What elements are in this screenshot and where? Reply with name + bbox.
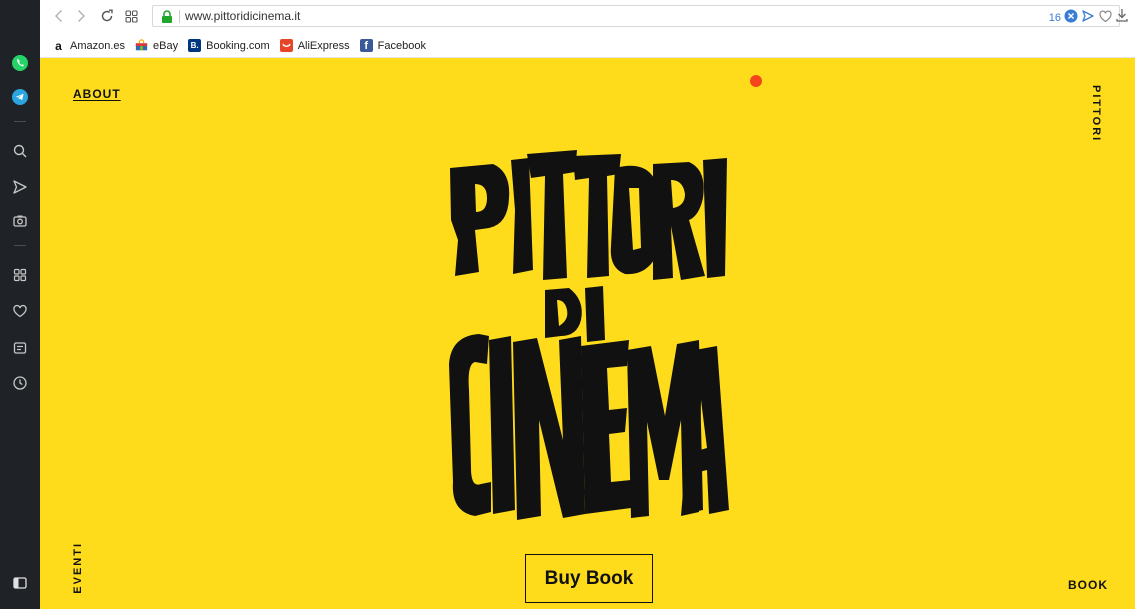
booking-icon: B. [188, 39, 202, 52]
nav-book[interactable]: BOOK [1068, 578, 1108, 592]
url-text[interactable]: www.pittoridicinema.it [185, 9, 300, 23]
news-icon[interactable] [9, 337, 31, 359]
aliexpress-icon [279, 39, 293, 52]
camera-icon[interactable] [9, 210, 31, 232]
facebook-icon: f [359, 39, 373, 52]
bookmarks-bar: a Amazon.es eBay B. Booking.com AliExpre… [40, 34, 1135, 58]
page-content: ABOUT PITTORI EVENTI BOOK Buy Book [40, 58, 1135, 609]
speed-dial-icon[interactable] [9, 264, 31, 286]
forward-icon[interactable] [72, 7, 90, 25]
send-icon[interactable] [9, 176, 31, 198]
pittori-di-cinema-logo [449, 150, 729, 520]
nav-eventi[interactable]: EVENTI [72, 542, 84, 594]
search-icon[interactable] [9, 140, 31, 162]
address-bar[interactable]: www.pittoridicinema.it 16 [152, 5, 1120, 27]
nav-about[interactable]: ABOUT [73, 87, 121, 101]
bookmark-amazon[interactable]: a Amazon.es [52, 38, 126, 53]
bookmark-facebook[interactable]: f Facebook [359, 39, 426, 52]
bookmark-label: Booking.com [206, 39, 270, 52]
sidebar-separator [14, 121, 26, 122]
sidebar-separator [14, 245, 26, 246]
bookmark-aliexpress[interactable]: AliExpress [279, 39, 350, 52]
browser-toolbar: www.pittoridicinema.it 16 [40, 0, 1135, 34]
blocker-count: 16 [1048, 11, 1061, 24]
bookmark-booking[interactable]: B. Booking.com [188, 39, 270, 52]
whatsapp-icon[interactable] [9, 52, 31, 74]
amazon-icon: a [55, 38, 62, 53]
accent-dot [750, 75, 762, 87]
bookmark-ebay[interactable]: eBay [135, 39, 178, 52]
bookmark-heart-icon[interactable] [1098, 8, 1113, 27]
reload-icon[interactable] [98, 7, 116, 25]
panel-toggle-icon[interactable] [9, 572, 31, 594]
heart-icon[interactable] [9, 300, 31, 322]
telegram-icon[interactable] [9, 86, 31, 108]
speed-dial-toolbar-icon[interactable] [122, 7, 140, 25]
address-bar-actions: 16 [1049, 8, 1113, 27]
ad-blocker-icon[interactable] [1064, 8, 1078, 27]
buy-book-button[interactable]: Buy Book [525, 554, 653, 603]
bookmark-label: eBay [153, 39, 179, 52]
ebay-icon [135, 39, 148, 52]
history-icon[interactable] [9, 372, 31, 394]
bookmark-label: Amazon.es [70, 39, 126, 52]
send-tab-icon[interactable] [1081, 8, 1095, 27]
bookmark-label: Facebook [377, 39, 426, 52]
browser-sidebar [0, 0, 40, 609]
url-divider [179, 10, 180, 23]
lock-icon [161, 9, 173, 28]
download-icon[interactable] [1115, 7, 1129, 27]
back-icon[interactable] [50, 7, 68, 25]
bookmark-label: AliExpress [297, 39, 350, 52]
nav-pittori[interactable]: PITTORI [1090, 85, 1102, 142]
